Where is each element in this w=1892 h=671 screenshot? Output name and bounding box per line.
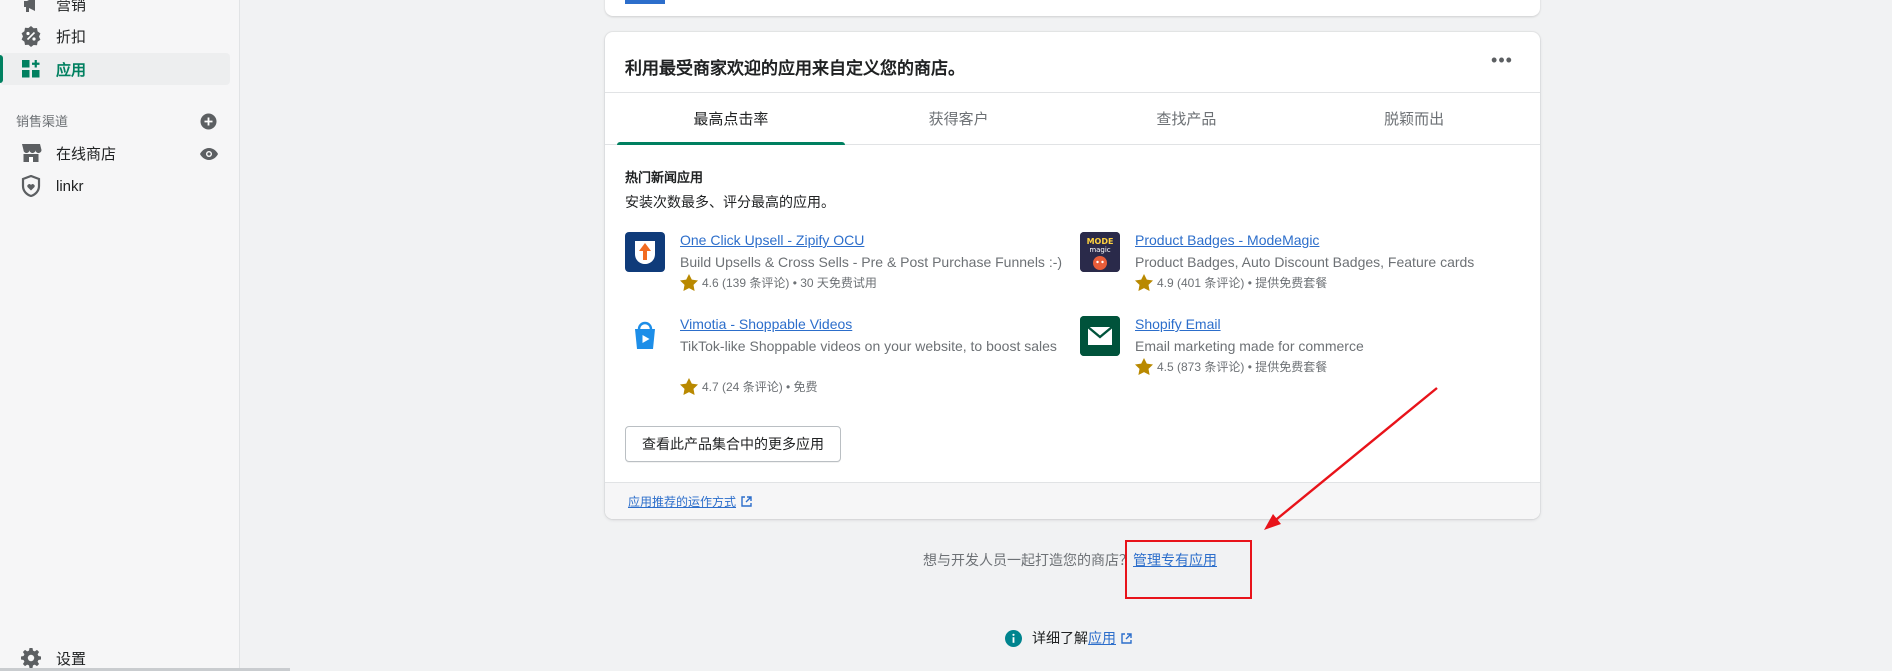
app-name-link[interactable]: Product Badges - ModeMagic (1135, 232, 1319, 248)
custom-apps-text: 想与开发人员一起打造您的商店？ (923, 552, 1133, 568)
gear-icon (20, 647, 42, 669)
previous-card-accent (625, 0, 665, 4)
eye-icon (200, 148, 218, 160)
more-actions-button[interactable]: ••• (1488, 48, 1516, 72)
add-sales-channel-button[interactable] (198, 111, 218, 131)
sidebar-item-label: 营销 (56, 0, 87, 14)
previous-card (605, 0, 1540, 16)
tab-label: 最高点击率 (693, 111, 769, 128)
app-description: Build Upsells & Cross Sells - Pre & Post… (680, 254, 1063, 270)
linkr-shield-icon (20, 175, 42, 197)
discount-icon (20, 25, 42, 47)
svg-text:MODE: MODE (1087, 237, 1114, 246)
tab-label: 获得客户 (928, 111, 989, 128)
shopify-email-logo-icon[interactable] (1080, 316, 1120, 356)
card-title: 利用最受商家欢迎的应用来自定义您的商店。 (625, 59, 965, 78)
sidebar-item-marketing[interactable]: 营销 (0, 0, 230, 20)
app-listing: Shopify Email Email marketing made for c… (1080, 316, 1520, 376)
zipify-logo-icon[interactable] (625, 232, 665, 272)
app-rating-text: 4.5 (873 条评论) • 提供免费套餐 (1157, 360, 1328, 374)
sidebar-item-label: linkr (56, 177, 84, 195)
star-icon (1135, 358, 1153, 375)
sidebar-item-settings[interactable]: 设置 (0, 642, 230, 671)
app-rating-text: 4.7 (24 条评论) • 免费 (702, 380, 818, 394)
learn-more: 详细了解 应用 (1005, 628, 1132, 648)
sidebar-item-discounts[interactable]: 折扣 (0, 20, 230, 52)
external-link-icon (741, 495, 752, 507)
app-listing: MODE magic Product Badges - ModeMagic Pro… (1080, 232, 1520, 292)
view-online-store-button[interactable] (198, 144, 220, 164)
app-rating: 4.5 (873 条评论) • 提供免费套餐 (1135, 358, 1327, 375)
app-rating: 4.9 (401 条评论) • 提供免费套餐 (1135, 274, 1327, 291)
app-description: Product Badges, Auto Discount Badges, Fe… (1135, 254, 1475, 270)
app-listing: Vimotia - Shoppable Videos TikTok-like S… (625, 316, 1065, 396)
store-icon (20, 142, 42, 164)
external-link-icon (1121, 632, 1132, 644)
megaphone-icon (20, 0, 42, 15)
modemagic-logo-icon[interactable]: MODE magic (1080, 232, 1120, 272)
view-more-apps-button[interactable]: 查看此产品集合中的更多应用 (625, 426, 841, 462)
plus-circle-icon (200, 113, 216, 129)
sidebar-item-apps[interactable]: 应用 (0, 53, 230, 85)
tab-label: 查找产品 (1156, 111, 1217, 128)
sales-channels-label: 销售渠道 (16, 114, 69, 129)
app-rating: 4.6 (139 条评论) • 30 天免费试用 (680, 274, 877, 291)
how-recommendations-work-link[interactable]: 应用推荐的运作方式 (628, 493, 736, 510)
app-description: TikTok-like Shoppable videos on your web… (680, 338, 1057, 354)
app-rating-text: 4.6 (139 条评论) • 30 天免费试用 (702, 276, 877, 290)
app-rating: 4.7 (24 条评论) • 免费 (680, 378, 818, 395)
svg-text:magic: magic (1089, 246, 1110, 254)
app-rating-text: 4.9 (401 条评论) • 提供免费套餐 (1157, 276, 1328, 290)
app-name-link[interactable]: Shopify Email (1135, 316, 1221, 332)
tab-find-products[interactable]: 查找产品 (1073, 93, 1301, 144)
sidebar-item-label: 应用 (56, 61, 87, 79)
tab-bar: 最高点击率 获得客户 查找产品 脱颖而出 (605, 92, 1540, 145)
sidebar-item-label: 设置 (56, 650, 87, 668)
tab-label: 脱颖而出 (1384, 111, 1445, 128)
app-name-link[interactable]: One Click Upsell - Zipify OCU (680, 232, 864, 248)
section-heading: 热门新闻应用 (625, 170, 704, 185)
info-icon (1005, 629, 1022, 647)
sidebar-item-label: 折扣 (56, 28, 87, 46)
sidebar-item-label: 在线商店 (56, 145, 117, 163)
learn-more-apps-link[interactable]: 应用 (1088, 628, 1116, 648)
apps-icon (20, 58, 42, 80)
section-description: 安装次数最多、评分最高的应用。 (625, 194, 835, 210)
card-footer: 应用推荐的运作方式 (605, 482, 1540, 519)
annotation-highlight-box (1125, 540, 1252, 599)
app-listing: One Click Upsell - Zipify OCU Build Upse… (625, 232, 1065, 292)
ellipsis-icon: ••• (1491, 49, 1513, 70)
sidebar-item-linkr[interactable]: linkr (0, 170, 230, 202)
sidebar: 营销 折扣 应用 销售渠道 在线商店 linkr 设置 (0, 0, 240, 671)
app-recommendations-card: 利用最受商家欢迎的应用来自定义您的商店。 ••• 最高点击率 获得客户 查找产品… (605, 32, 1540, 519)
learn-more-text: 详细了解 (1032, 630, 1088, 646)
vimotia-logo-icon[interactable] (625, 316, 665, 356)
tab-get-customers[interactable]: 获得客户 (845, 93, 1073, 144)
star-icon (680, 274, 698, 291)
sidebar-item-online-store[interactable]: 在线商店 (0, 137, 230, 169)
star-icon (1135, 274, 1153, 291)
tab-top-clicked[interactable]: 最高点击率 (617, 93, 845, 145)
star-icon (680, 378, 698, 395)
app-description: Email marketing made for commerce (1135, 338, 1364, 354)
app-name-link[interactable]: Vimotia - Shoppable Videos (680, 316, 852, 332)
tab-stand-out[interactable]: 脱颖而出 (1300, 93, 1528, 144)
